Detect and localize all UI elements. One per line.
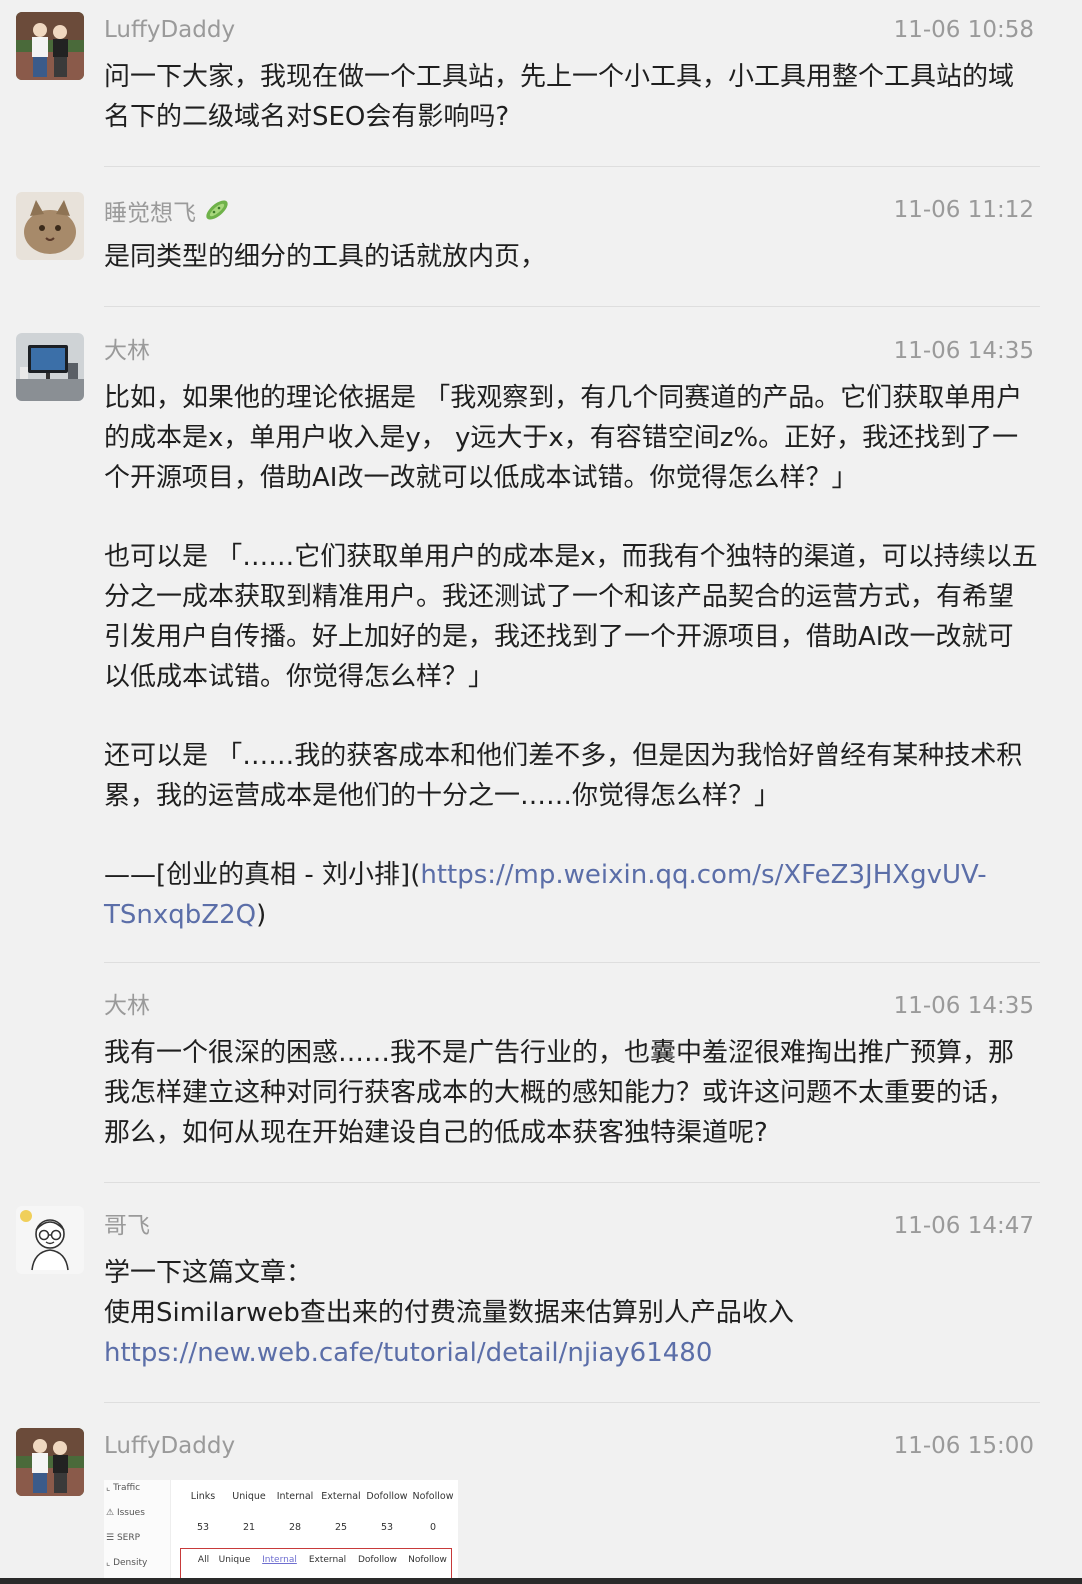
message-divider (104, 166, 1040, 167)
user-avatar[interactable] (16, 192, 84, 260)
citation-suffix: ) (256, 900, 267, 930)
message-paragraph: 比如，如果他的理论依据是 「我观察到，有几个同赛道的产品。它们获取单用户的成本是… (104, 383, 1023, 493)
message-paragraph: 使用Similarweb查出来的付费流量数据来估算别人产品收入 https://… (104, 1293, 1039, 1373)
message-paragraph: 学一下这篇文章： (104, 1258, 313, 1288)
image-attachment[interactable]: ⌞ Traffic ⚠ Issues ☰ SERP ⌞ Density Link… (104, 1480, 458, 1584)
message-paragraph: 是同类型的细分的工具的话就放内页， (104, 242, 547, 272)
message-text: 比如，如果他的理论依据是 「我观察到，有几个同赛道的产品。它们获取单用户的成本是… (104, 378, 1039, 935)
bottom-edge-bar (0, 1578, 1082, 1584)
sender-name[interactable]: 大林 (104, 991, 150, 1021)
cucumber-icon (202, 195, 232, 233)
table-cell: 53 (196, 1522, 210, 1533)
message-time: 11-06 15:00 (893, 1433, 1034, 1459)
message-text: 是同类型的细分的工具的话就放内页， (104, 237, 1039, 277)
article-link[interactable]: https://new.web.cafe/tutorial/detail/nji… (104, 1338, 712, 1368)
attachment-sidebar-item: ⌞ Density (106, 1558, 148, 1568)
table-header: Unique (232, 1491, 266, 1502)
message-text: 我有一个很深的困惑……我不是广告行业的，也囊中羞涩很难掏出推广预算，那我怎样建立… (104, 1033, 1039, 1153)
attachment-tab-active: Internal (262, 1555, 297, 1565)
user-avatar[interactable] (16, 1206, 84, 1274)
user-avatar[interactable] (16, 12, 84, 80)
message-divider (104, 306, 1040, 307)
table-header: Internal (276, 1491, 314, 1502)
table-cell: 21 (242, 1522, 256, 1533)
sender-name[interactable]: 大林 (104, 336, 150, 366)
table-cell: 0 (429, 1522, 437, 1533)
attachment-sidebar: ⌞ Traffic ⚠ Issues ☰ SERP ⌞ Density (104, 1480, 171, 1584)
message-text: 问一下大家，我现在做一个工具站，先上一个小工具，小工具用整个工具站的域名下的二级… (104, 57, 1039, 137)
sender-name[interactable]: 睡觉想飞 (104, 195, 232, 233)
table-cell: 25 (334, 1522, 348, 1533)
sender-name[interactable]: LuffyDaddy (104, 1431, 235, 1461)
attachment-tab: External (308, 1555, 347, 1565)
sender-name[interactable]: LuffyDaddy (104, 15, 235, 45)
message-time: 11-06 10:58 (893, 17, 1034, 43)
message-time: 11-06 14:47 (893, 1213, 1034, 1239)
message-paragraph: 我有一个很深的困惑……我不是广告行业的，也囊中羞涩很难掏出推广预算，那我怎样建立… (104, 1038, 1015, 1148)
user-avatar[interactable] (16, 1428, 84, 1496)
message-time: 11-06 14:35 (893, 993, 1034, 1019)
sender-name[interactable]: 哥飞 (104, 1211, 150, 1241)
message-divider (104, 1402, 1040, 1403)
message-text: 学一下这篇文章： 使用Similarweb查出来的付费流量数据来估算别人产品收入… (104, 1253, 1039, 1373)
table-cell: 53 (380, 1522, 394, 1533)
attachment-tab: Unique (218, 1555, 251, 1565)
table-header: External (321, 1491, 361, 1502)
message-divider (104, 962, 1040, 963)
attachment-sidebar-item: ⌞ Traffic (106, 1483, 141, 1493)
message-time: 11-06 11:12 (893, 197, 1034, 223)
attachment-tab: Nofollow (408, 1555, 447, 1565)
message-time: 11-06 14:35 (893, 338, 1034, 364)
message-text-run: 使用Similarweb查出来的付费流量数据来估算别人产品收入 (104, 1298, 794, 1328)
message-paragraph: 还可以是 「……我的获客成本和他们差不多，但是因为我恰好曾经有某种技术积累，我的… (104, 741, 1023, 811)
user-avatar[interactable] (16, 333, 84, 401)
message-paragraph: 也可以是 「……它们获取单用户的成本是x，而我有个独特的渠道，可以持续以五分之一… (104, 542, 1038, 692)
message-paragraph: 问一下大家，我现在做一个工具站，先上一个小工具，小工具用整个工具站的域名下的二级… (104, 62, 1015, 132)
attachment-tab: Dofollow (358, 1555, 397, 1565)
citation-prefix: ——[创业的真相 - 刘小排]( (104, 860, 421, 890)
message-divider (104, 1182, 1040, 1183)
attachment-sidebar-item: ☰ SERP (106, 1533, 141, 1543)
table-header: Dofollow (366, 1491, 408, 1502)
table-header: Links (190, 1491, 216, 1502)
table-cell: 28 (288, 1522, 302, 1533)
attachment-sidebar-item: ⚠ Issues (106, 1508, 145, 1518)
sender-name-text: 睡觉想飞 (104, 200, 196, 227)
table-header: Nofollow (412, 1491, 454, 1502)
citation-paragraph: ——[创业的真相 - 刘小排](https://mp.weixin.qq.com… (104, 855, 1039, 935)
